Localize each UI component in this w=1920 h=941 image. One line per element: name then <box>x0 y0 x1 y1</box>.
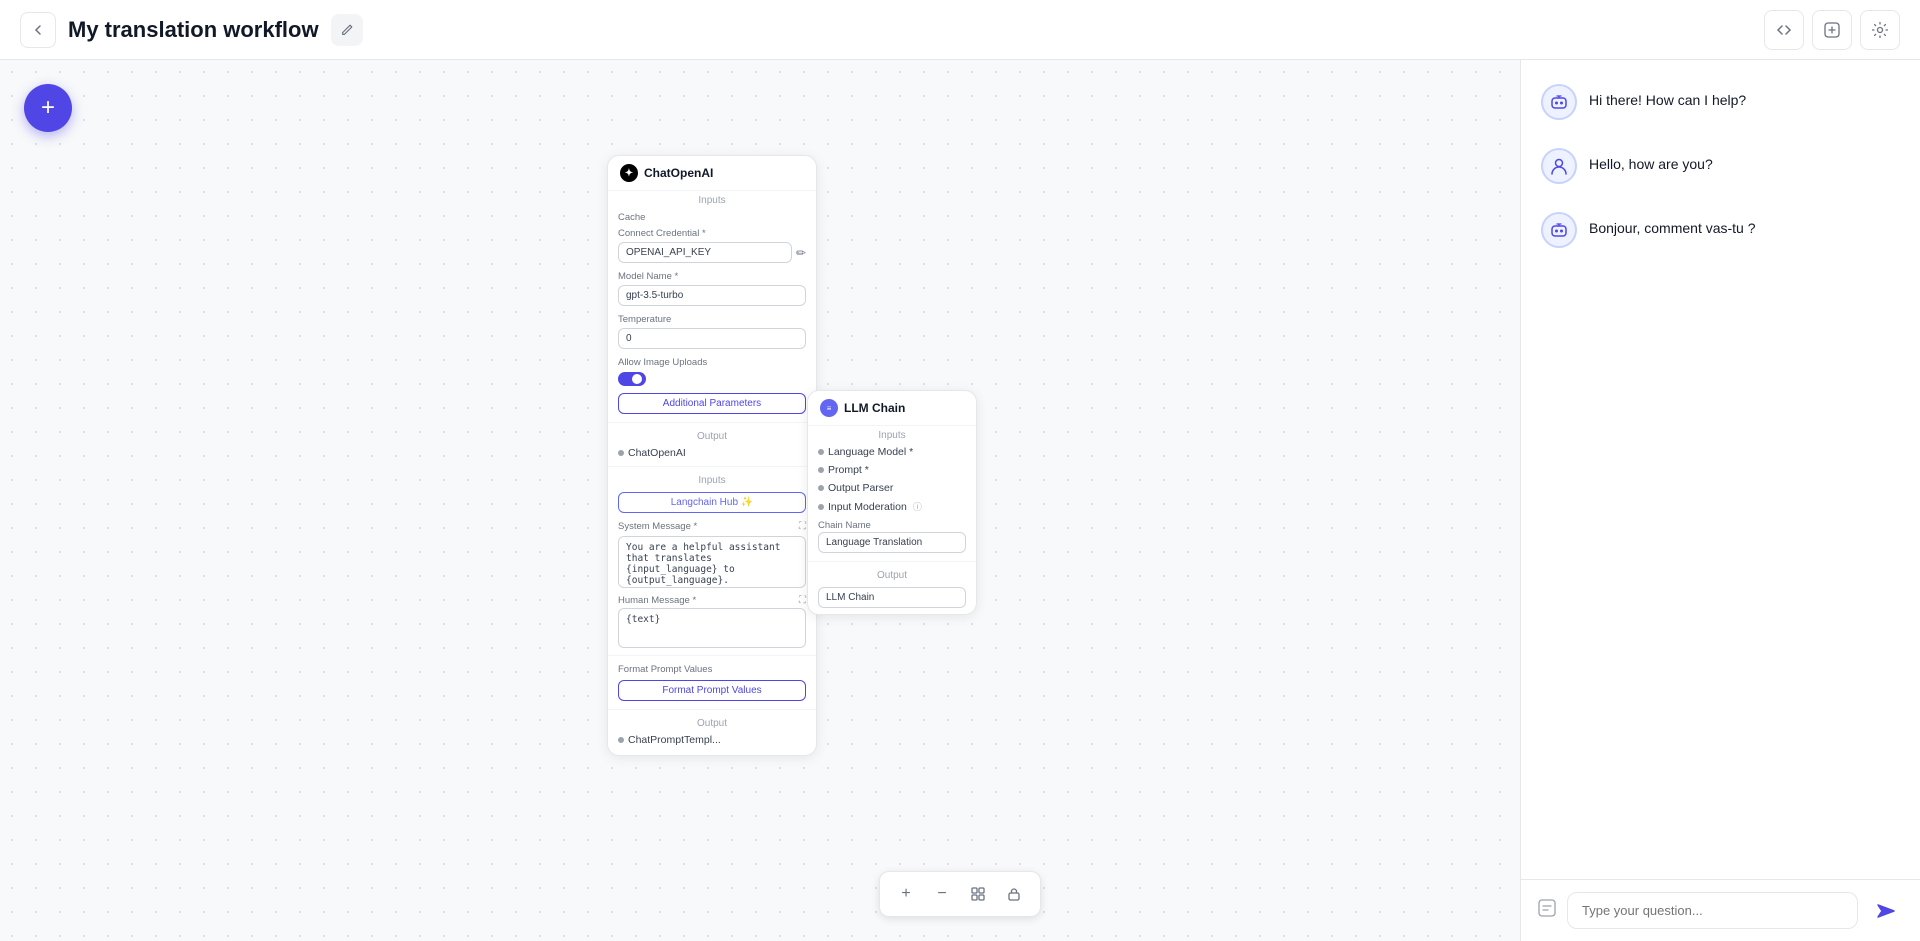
header-right <box>1764 10 1900 50</box>
code-button[interactable] <box>1764 10 1804 50</box>
attachment-icon[interactable] <box>1537 898 1557 923</box>
chat-send-button[interactable] <box>1868 893 1904 929</box>
fit-view-button[interactable] <box>962 878 994 910</box>
bot-avatar-1 <box>1541 84 1577 120</box>
settings-button[interactable] <box>1860 10 1900 50</box>
bot-avatar-2 <box>1541 212 1577 248</box>
allow-image-uploads-row <box>608 369 816 389</box>
openai-logo: ✦ <box>620 164 638 182</box>
user-avatar-1 <box>1541 148 1577 184</box>
user-message-1: Hello, how are you? <box>1589 148 1713 175</box>
llm-chain-node: ≡ LLM Chain Inputs Language Model * Prom… <box>807 390 977 615</box>
model-name-select[interactable]: gpt-3.5-turbo <box>618 285 806 306</box>
workflow-canvas[interactable]: + ✦ ChatOpenAI Inputs Cache Connect Cred… <box>0 60 1920 941</box>
edit-title-button[interactable] <box>331 14 363 46</box>
zoom-out-button[interactable]: − <box>926 878 958 910</box>
llm-chain-node-header: ≡ LLM Chain <box>808 391 976 426</box>
page-title: My translation workflow <box>68 17 319 43</box>
chat-openai-node-header: ✦ ChatOpenAI <box>608 156 816 191</box>
allow-image-uploads-toggle[interactable] <box>618 372 646 386</box>
additional-params-button[interactable]: Additional Parameters <box>618 393 806 414</box>
input-moderation-info: ⓘ <box>913 500 922 513</box>
human-message-textarea[interactable]: {text} <box>618 608 806 648</box>
temperature-input[interactable] <box>618 328 806 349</box>
system-message-textarea[interactable]: You are a helpful assistant that transla… <box>618 536 806 588</box>
chat-message-1: Hi there! How can I help? <box>1541 84 1900 120</box>
bot-message-1: Hi there! How can I help? <box>1589 84 1746 111</box>
format-prompt-button[interactable]: Format Prompt Values <box>618 680 806 701</box>
header: My translation workflow <box>0 0 1920 60</box>
language-model-row: Language Model * <box>808 443 976 461</box>
chat-message-2: Hello, how are you? <box>1541 148 1900 184</box>
output-parser-row: Output Parser <box>808 479 976 497</box>
header-left: My translation workflow <box>20 12 363 48</box>
canvas-toolbar: + − <box>879 871 1041 917</box>
llm-chain-output-select[interactable]: LLM Chain <box>818 587 966 608</box>
chatopeanai-output-row: ChatOpenAI <box>608 444 816 462</box>
bot-message-2: Bonjour, comment vas-tu ? <box>1589 212 1756 239</box>
chat-messages: Hi there! How can I help? Hello, how are… <box>1521 60 1920 879</box>
lock-button[interactable] <box>998 878 1030 910</box>
chat-panel: Hi there! How can I help? Hello, how are… <box>1520 60 1920 941</box>
chat-input-field[interactable] <box>1567 892 1858 929</box>
credential-select[interactable]: OPENAI_API_KEY <box>618 242 792 263</box>
credential-edit-btn[interactable]: ✏ <box>796 246 806 260</box>
chat-message-3: Bonjour, comment vas-tu ? <box>1541 212 1900 248</box>
llm-logo: ≡ <box>820 399 838 417</box>
add-node-button[interactable]: + <box>24 84 72 132</box>
input-moderation-row: Input Moderation ⓘ <box>808 497 976 516</box>
chat-openai-node: ✦ ChatOpenAI Inputs Cache Connect Creden… <box>607 155 817 756</box>
human-message-expand[interactable]: ⛶ <box>799 595 806 606</box>
system-message-expand[interactable]: ⛶ <box>799 521 806 532</box>
chain-name-input[interactable] <box>818 532 966 553</box>
chat-input-area <box>1521 879 1920 941</box>
back-button[interactable] <box>20 12 56 48</box>
chatprompt-output-row: ChatPromptTempl... <box>608 731 816 749</box>
share-button[interactable] <box>1812 10 1852 50</box>
zoom-in-button[interactable]: + <box>890 878 922 910</box>
langchain-hub-button[interactable]: Langchain Hub ✨ <box>618 492 806 513</box>
prompt-row: Prompt * <box>808 461 976 479</box>
